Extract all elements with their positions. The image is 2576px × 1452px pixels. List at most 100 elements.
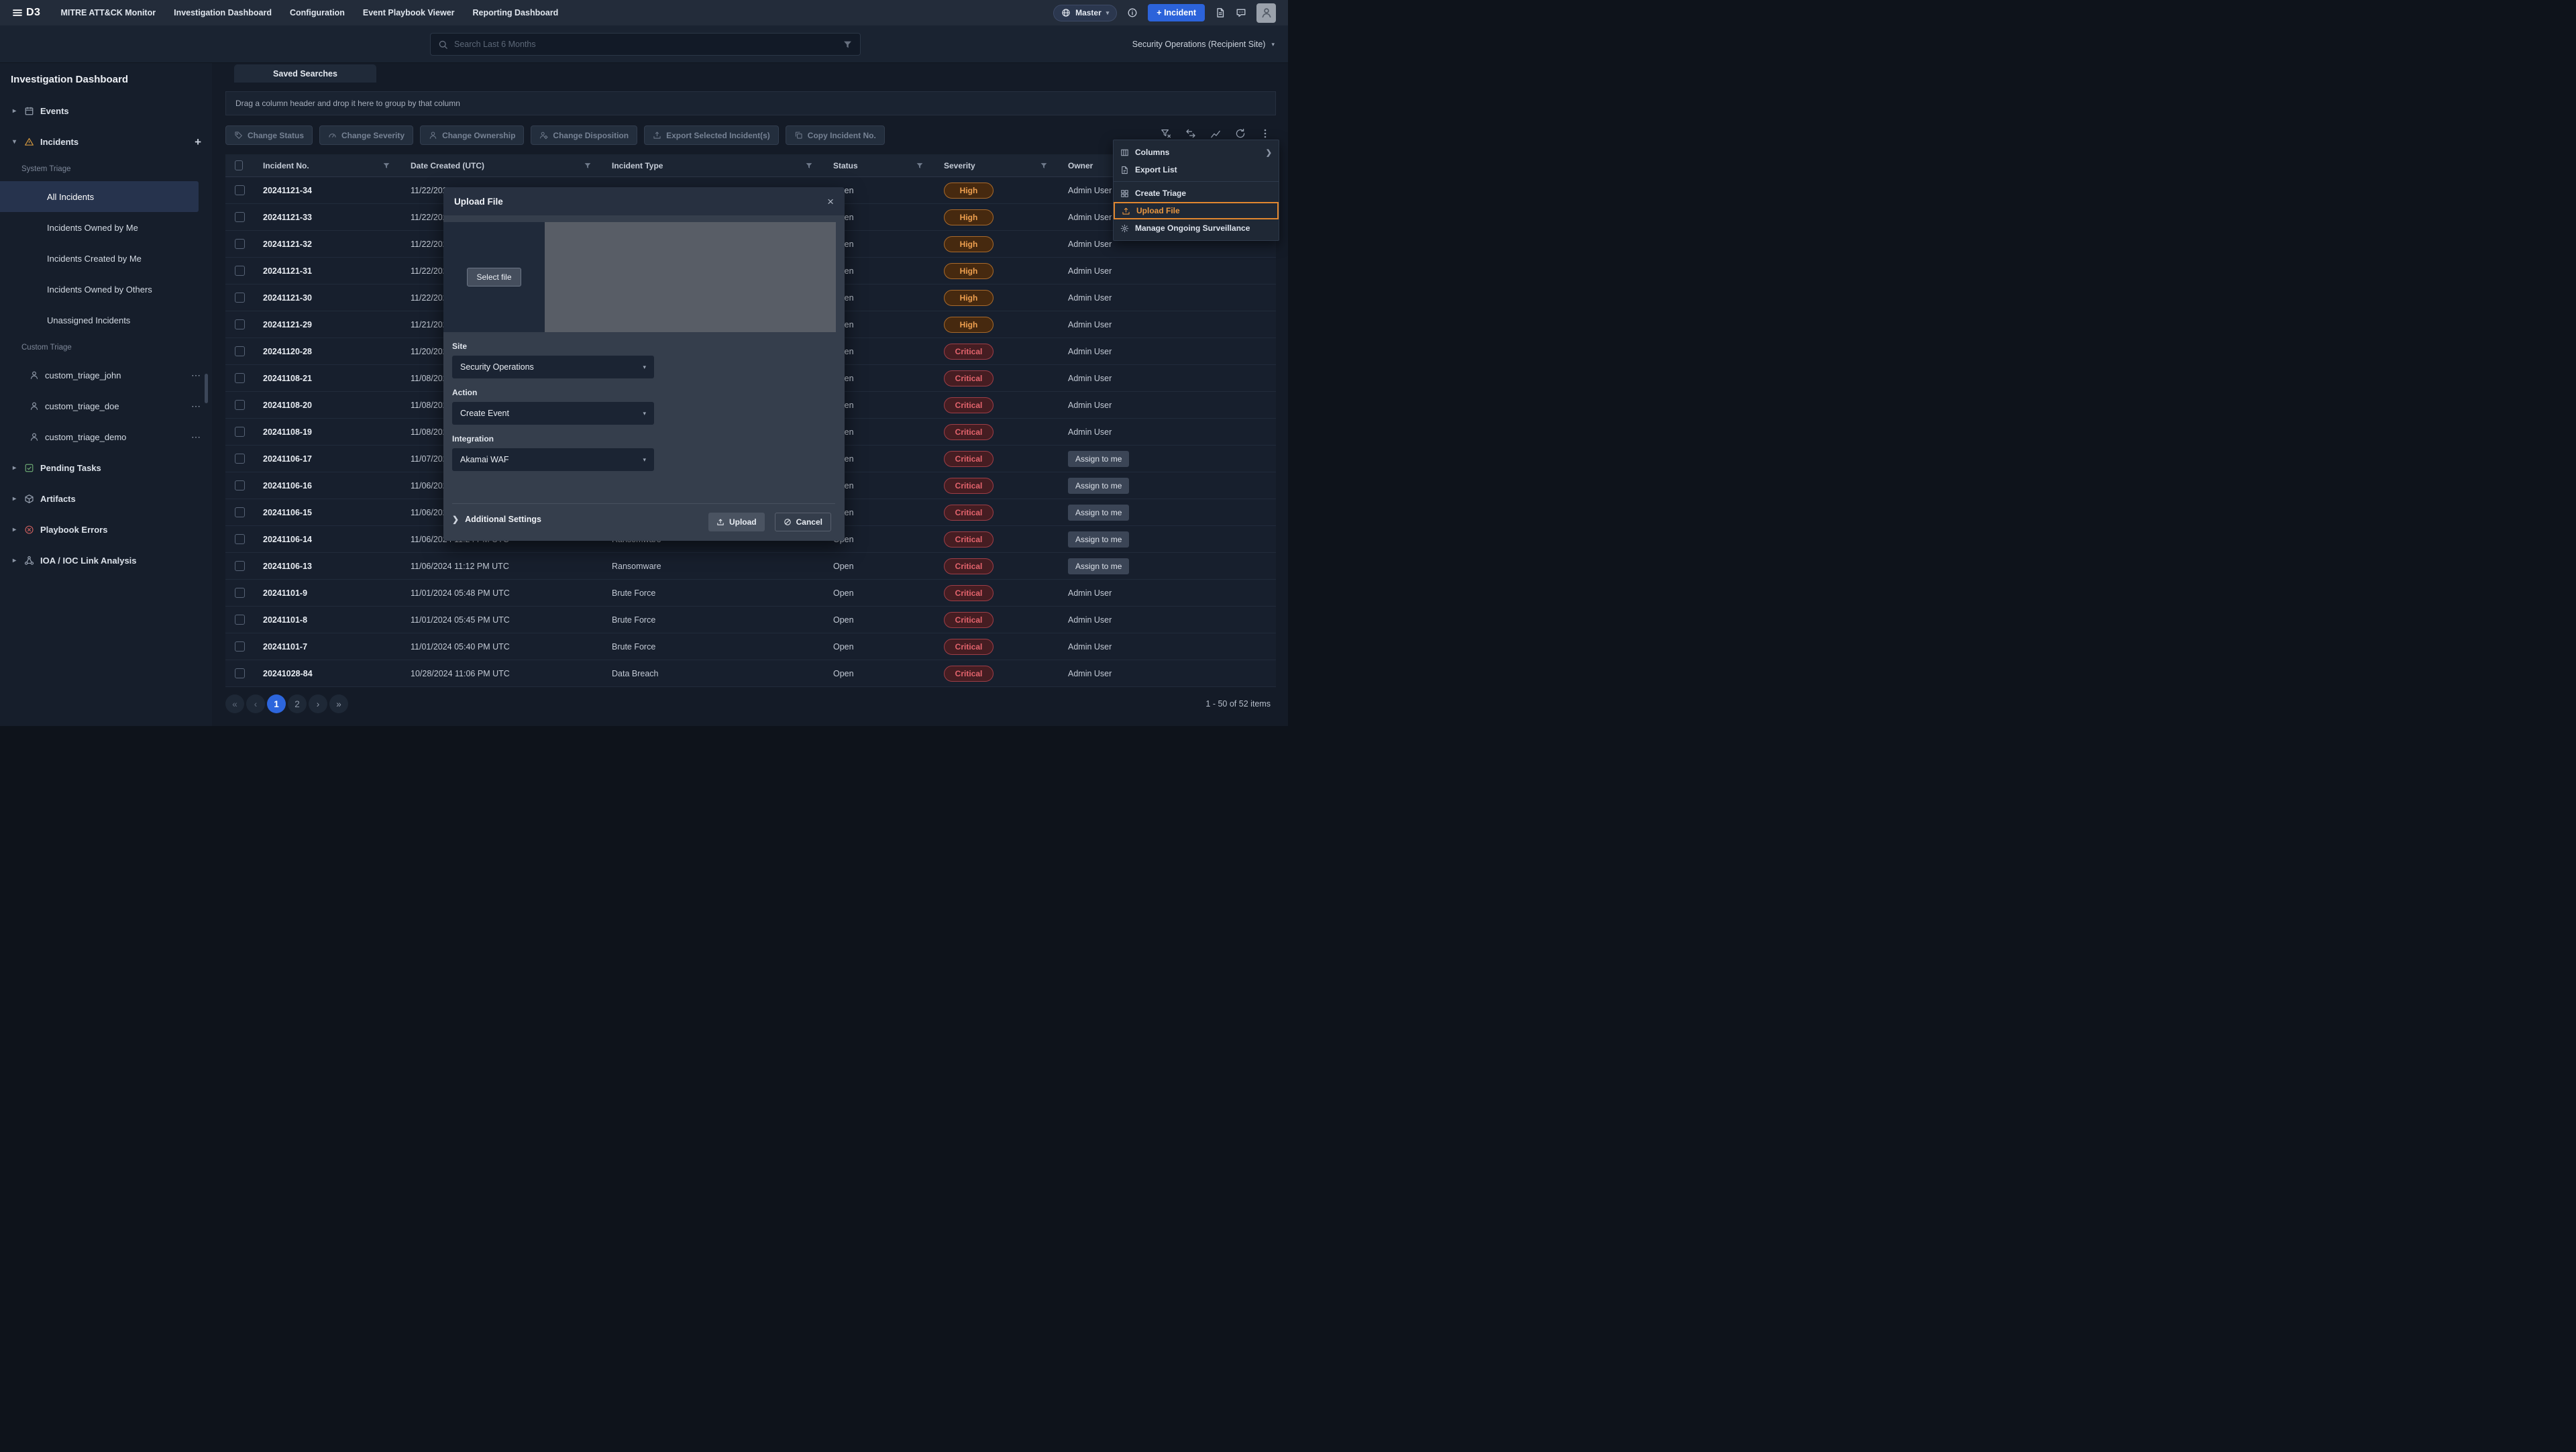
row-checkbox[interactable]: [235, 480, 245, 490]
column-header-incident-no[interactable]: Incident No.: [255, 161, 402, 170]
action-select[interactable]: Create Event ▾: [452, 402, 654, 425]
menu-item-create-triage[interactable]: Create Triage: [1114, 185, 1279, 202]
owner-cell[interactable]: Admin User: [1068, 320, 1112, 329]
cancel-button[interactable]: Cancel: [775, 513, 831, 531]
more-options-icon[interactable]: ⋯: [191, 370, 201, 381]
column-filter-icon[interactable]: [1040, 162, 1048, 170]
integration-select[interactable]: Akamai WAF ▾: [452, 448, 654, 471]
nav-investigation-dashboard[interactable]: Investigation Dashboard: [174, 8, 272, 17]
column-header-date-created[interactable]: Date Created (UTC): [402, 161, 604, 170]
sidebar-item-incidents-owned-by-me[interactable]: Incidents Owned by Me: [0, 212, 212, 243]
owner-cell[interactable]: Admin User: [1068, 186, 1112, 195]
owner-cell[interactable]: Assign to me: [1068, 505, 1129, 521]
sidebar-item-unassigned-incidents[interactable]: Unassigned Incidents: [0, 305, 212, 335]
incident-no-cell[interactable]: 20241106-15: [255, 508, 402, 517]
table-row[interactable]: 20241106-13 11/06/2024 11:12 PM UTC Rans…: [225, 553, 1276, 580]
more-options-icon[interactable]: ⋯: [191, 401, 201, 412]
search-input[interactable]: [454, 40, 837, 49]
chart-icon[interactable]: [1210, 128, 1221, 139]
sidebar-item-all-incidents[interactable]: All Incidents: [0, 181, 199, 212]
row-checkbox[interactable]: [235, 212, 245, 222]
column-header-incident-type[interactable]: Incident Type: [604, 161, 825, 170]
additional-settings-toggle[interactable]: ❯ Additional Settings: [452, 515, 541, 524]
menu-item-manage-ongoing-surveillance[interactable]: Manage Ongoing Surveillance: [1114, 219, 1279, 237]
owner-cell[interactable]: Admin User: [1068, 347, 1112, 356]
row-checkbox[interactable]: [235, 293, 245, 303]
incident-no-cell[interactable]: 20241108-21: [255, 374, 402, 383]
sidebar-item-playbook-errors[interactable]: ▸ Playbook Errors: [0, 514, 212, 545]
owner-cell[interactable]: Admin User: [1068, 588, 1112, 598]
change-disposition-button[interactable]: Change Disposition: [531, 125, 637, 145]
owner-cell[interactable]: Assign to me: [1068, 558, 1129, 574]
row-checkbox[interactable]: [235, 346, 245, 356]
sidebar-item-events[interactable]: ▸ Events: [0, 95, 212, 126]
owner-cell[interactable]: Admin User: [1068, 213, 1112, 222]
owner-cell[interactable]: Assign to me: [1068, 531, 1129, 548]
incident-no-cell[interactable]: 20241108-20: [255, 401, 402, 410]
user-avatar[interactable]: [1256, 3, 1276, 23]
change-status-button[interactable]: Change Status: [225, 125, 313, 145]
close-icon[interactable]: ×: [827, 196, 834, 207]
row-checkbox[interactable]: [235, 373, 245, 383]
select-all-checkbox[interactable]: [235, 160, 243, 170]
table-row[interactable]: 20241101-7 11/01/2024 05:40 PM UTC Brute…: [225, 633, 1276, 660]
row-checkbox[interactable]: [235, 588, 245, 598]
row-checkbox[interactable]: [235, 266, 245, 276]
owner-cell[interactable]: Admin User: [1068, 266, 1112, 276]
report-document-icon[interactable]: [1215, 7, 1226, 18]
group-by-drop-zone[interactable]: Drag a column header and drop it here to…: [225, 91, 1276, 115]
column-filter-icon[interactable]: [805, 162, 813, 170]
sidebar-item-incidents[interactable]: ▾ Incidents +: [0, 126, 212, 157]
owner-cell[interactable]: Admin User: [1068, 669, 1112, 678]
recipient-site-selector[interactable]: Security Operations (Recipient Site) ▾: [1132, 25, 1275, 63]
incident-no-cell[interactable]: 20241106-17: [255, 454, 402, 464]
row-checkbox[interactable]: [235, 454, 245, 464]
table-row[interactable]: 20241028-84 10/28/2024 11:06 PM UTC Data…: [225, 660, 1276, 687]
row-checkbox[interactable]: [235, 185, 245, 195]
nav-mitre-attack-monitor[interactable]: MITRE ATT&CK Monitor: [60, 8, 156, 17]
incident-no-cell[interactable]: 20241101-9: [255, 588, 402, 598]
incident-no-cell[interactable]: 20241101-7: [255, 642, 402, 652]
export-selected-button[interactable]: Export Selected Incident(s): [644, 125, 779, 145]
menu-item-upload-file[interactable]: Upload File: [1114, 202, 1279, 219]
row-checkbox[interactable]: [235, 534, 245, 544]
row-checkbox[interactable]: [235, 507, 245, 517]
kebab-menu-icon[interactable]: [1260, 128, 1271, 139]
adjust-columns-icon[interactable]: [1185, 128, 1196, 139]
d3-logo[interactable]: D3: [12, 7, 40, 19]
row-checkbox[interactable]: [235, 641, 245, 652]
previous-page-button[interactable]: ‹: [246, 694, 265, 713]
column-header-status[interactable]: Status: [825, 161, 936, 170]
owner-cell[interactable]: Admin User: [1068, 374, 1112, 383]
incident-no-cell[interactable]: 20241120-28: [255, 347, 402, 356]
info-icon[interactable]: [1127, 7, 1138, 18]
owner-cell[interactable]: Admin User: [1068, 427, 1112, 437]
row-checkbox[interactable]: [235, 319, 245, 329]
last-page-button[interactable]: »: [329, 694, 348, 713]
nav-reporting-dashboard[interactable]: Reporting Dashboard: [473, 8, 559, 17]
incident-no-cell[interactable]: 20241028-84: [255, 669, 402, 678]
nav-event-playbook-viewer[interactable]: Event Playbook Viewer: [363, 8, 455, 17]
row-checkbox[interactable]: [235, 668, 245, 678]
sidebar-scrollbar[interactable]: [205, 374, 208, 403]
sidebar-item-artifacts[interactable]: ▸ Artifacts: [0, 483, 212, 514]
site-select[interactable]: Security Operations ▾: [452, 356, 654, 378]
sidebar-item-pending-tasks[interactable]: ▸ Pending Tasks: [0, 452, 212, 483]
owner-cell[interactable]: Admin User: [1068, 240, 1112, 249]
tab-saved-searches[interactable]: Saved Searches: [234, 64, 376, 83]
nav-configuration[interactable]: Configuration: [290, 8, 345, 17]
incident-no-cell[interactable]: 20241106-16: [255, 481, 402, 490]
row-checkbox[interactable]: [235, 400, 245, 410]
incident-no-cell[interactable]: 20241121-33: [255, 213, 402, 222]
incident-no-cell[interactable]: 20241121-31: [255, 266, 402, 276]
refresh-icon[interactable]: [1235, 128, 1246, 139]
first-page-button[interactable]: «: [225, 694, 244, 713]
chat-icon[interactable]: [1236, 7, 1246, 18]
menu-item-columns[interactable]: Columns ❯: [1114, 144, 1279, 161]
incident-no-cell[interactable]: 20241121-29: [255, 320, 402, 329]
table-row[interactable]: 20241101-8 11/01/2024 05:45 PM UTC Brute…: [225, 607, 1276, 633]
upload-button[interactable]: Upload: [708, 513, 765, 531]
page-2-button[interactable]: 2: [288, 694, 307, 713]
menu-item-export-list[interactable]: Export List: [1114, 161, 1279, 178]
row-checkbox[interactable]: [235, 561, 245, 571]
